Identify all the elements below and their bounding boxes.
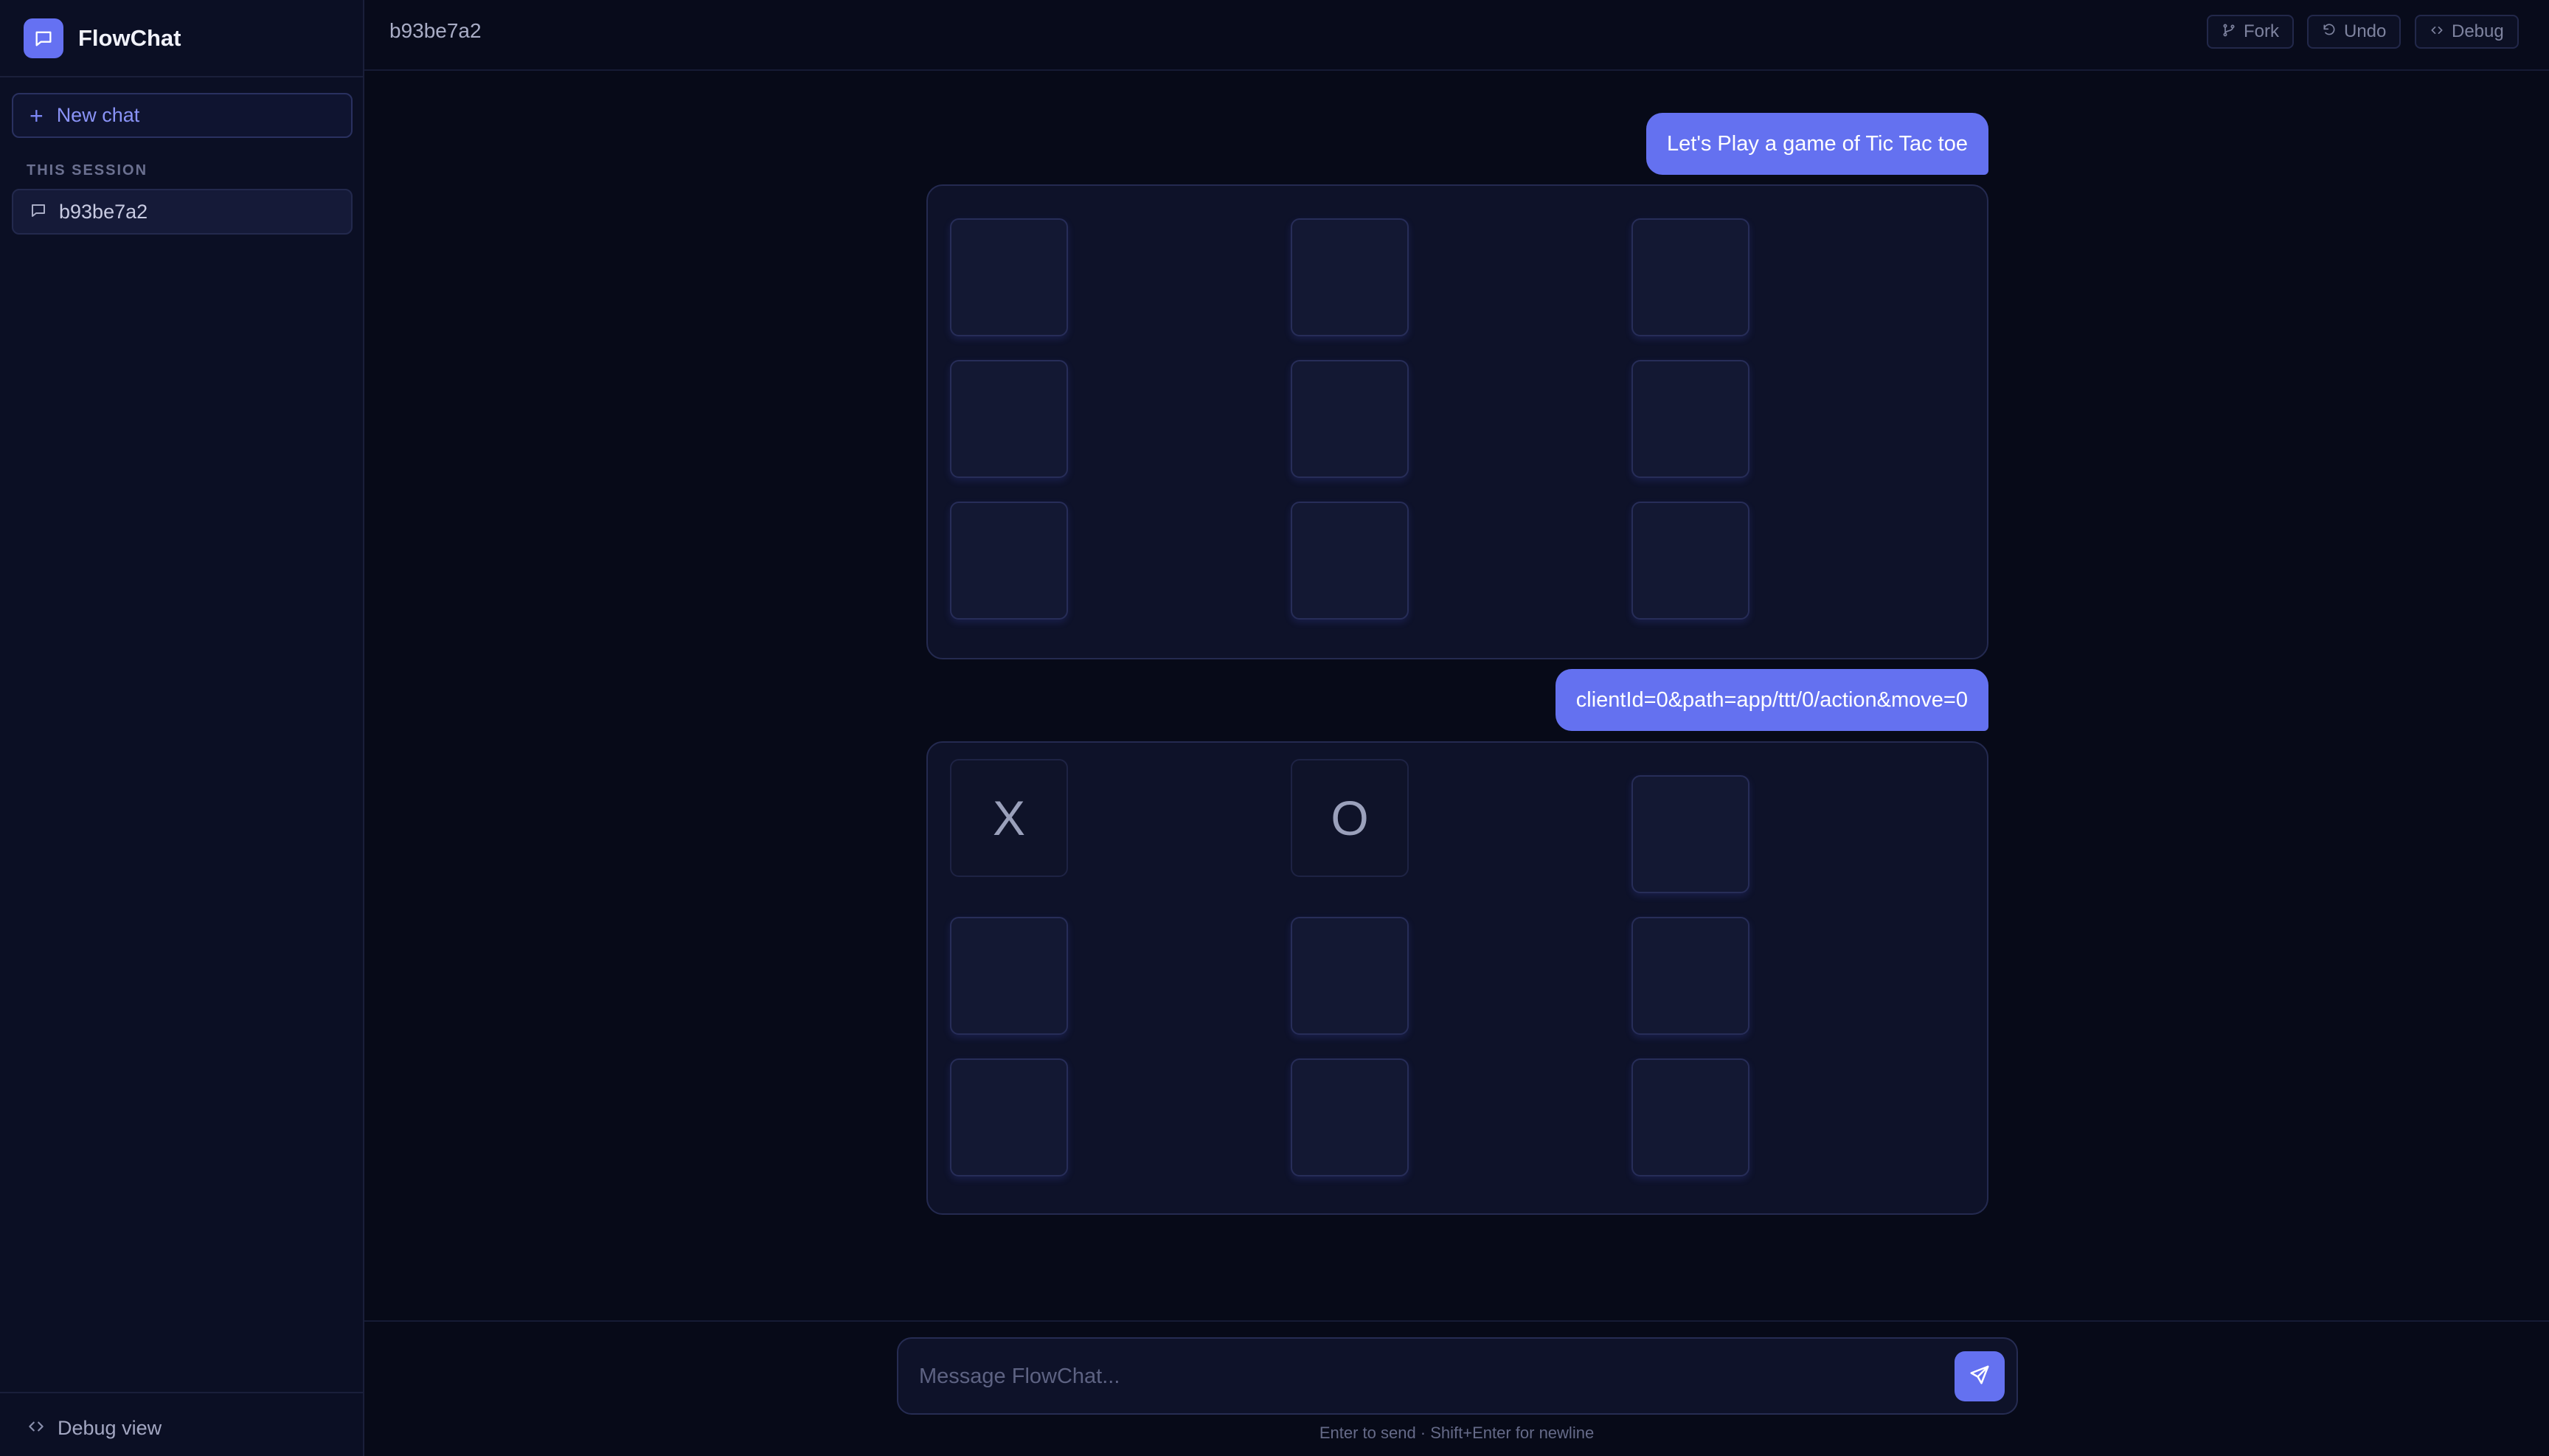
undo-icon bbox=[2322, 23, 2337, 41]
sidebar: FlowChat + New chat THIS SESSION b93be7a… bbox=[0, 0, 364, 1456]
conversation-title: b93be7a2 bbox=[389, 19, 482, 42]
composer bbox=[897, 1337, 2018, 1415]
tic-tac-toe-board bbox=[926, 184, 1988, 659]
board-cell[interactable] bbox=[1631, 1058, 1749, 1176]
new-chat-button[interactable]: + New chat bbox=[12, 93, 353, 138]
board-cell[interactable] bbox=[1291, 218, 1409, 336]
undo-label: Undo bbox=[2344, 21, 2387, 41]
board-cell[interactable] bbox=[1631, 218, 1749, 336]
board-cell[interactable] bbox=[1291, 502, 1409, 620]
brand: FlowChat bbox=[24, 18, 181, 58]
chat-bubble-icon bbox=[30, 201, 47, 223]
board-cell[interactable] bbox=[1291, 360, 1409, 478]
new-chat-label: New chat bbox=[56, 104, 140, 126]
plus-icon: + bbox=[30, 102, 44, 129]
debug-button[interactable]: Debug bbox=[2415, 15, 2519, 49]
sidebar-bottom-divider bbox=[0, 1392, 363, 1393]
board-cell[interactable] bbox=[950, 1058, 1068, 1176]
header: b93be7a2 Fork Undo Debug bbox=[364, 0, 2549, 71]
fork-icon bbox=[2222, 23, 2236, 41]
chat-bubble-logo-icon bbox=[24, 18, 63, 58]
message-input[interactable] bbox=[919, 1359, 1878, 1393]
board-cell: X bbox=[950, 759, 1068, 877]
tic-tac-toe-board: X O bbox=[926, 741, 1988, 1215]
send-icon bbox=[1969, 1364, 1991, 1390]
board-cell[interactable] bbox=[950, 360, 1068, 478]
board-cell[interactable] bbox=[950, 502, 1068, 620]
sidebar-item-session[interactable]: b93be7a2 bbox=[12, 189, 353, 235]
fork-label: Fork bbox=[2244, 21, 2279, 41]
app-name: FlowChat bbox=[78, 25, 181, 51]
board-cell[interactable] bbox=[1631, 502, 1749, 620]
fork-button[interactable]: Fork bbox=[2207, 15, 2294, 49]
sidebar-divider bbox=[0, 76, 363, 77]
board-cell[interactable] bbox=[1291, 917, 1409, 1035]
app-root: FlowChat + New chat THIS SESSION b93be7a… bbox=[0, 0, 2549, 1456]
board-cell[interactable] bbox=[1631, 917, 1749, 1035]
board-cell: O bbox=[1291, 759, 1409, 877]
board-cell[interactable] bbox=[950, 218, 1068, 336]
user-message: Let's Play a game of Tic Tac toe bbox=[1646, 113, 1988, 175]
board-cell[interactable] bbox=[1631, 775, 1749, 893]
board-cell[interactable] bbox=[1631, 360, 1749, 478]
composer-hint: Enter to send · Shift+Enter for newline bbox=[1319, 1424, 1595, 1442]
undo-button[interactable]: Undo bbox=[2307, 15, 2401, 49]
session-label: b93be7a2 bbox=[59, 200, 148, 223]
debug-label: Debug bbox=[2452, 21, 2504, 41]
section-label: THIS SESSION bbox=[27, 162, 148, 178]
user-message: clientId=0&path=app/ttt/0/action&move=0 bbox=[1555, 669, 1988, 731]
composer-divider bbox=[364, 1320, 2549, 1322]
code-icon bbox=[2430, 23, 2444, 41]
board-cell[interactable] bbox=[950, 917, 1068, 1035]
send-button[interactable] bbox=[1955, 1351, 2005, 1401]
board-cell[interactable] bbox=[1291, 1058, 1409, 1176]
